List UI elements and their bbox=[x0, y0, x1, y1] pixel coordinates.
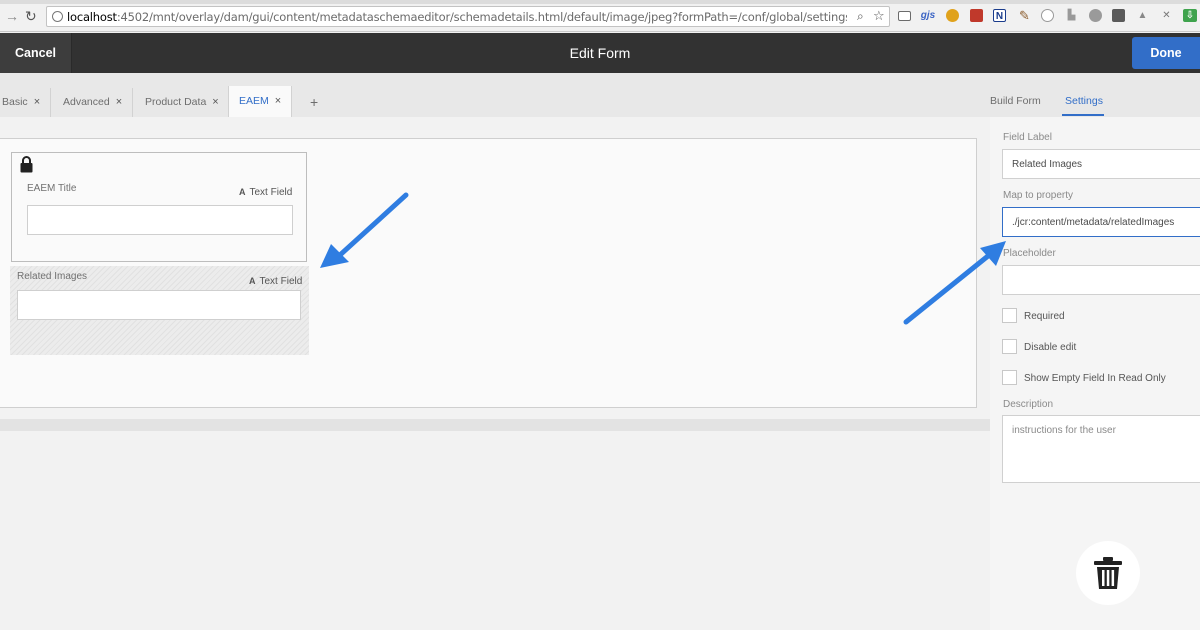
form-area[interactable]: EAEM Title A Text Field Related Images AT… bbox=[0, 138, 977, 408]
text-field-icon: A bbox=[249, 276, 256, 286]
gjs-icon[interactable]: gjs bbox=[920, 9, 936, 22]
disable-edit-checkbox[interactable] bbox=[1002, 339, 1017, 354]
drive-icon[interactable]: ▲ bbox=[1136, 9, 1149, 22]
page-title: Edit Form bbox=[569, 45, 631, 61]
form-field-eaem-title[interactable]: EAEM Title A Text Field bbox=[11, 152, 307, 262]
tab-label: Advanced bbox=[63, 96, 110, 108]
page-info-icon[interactable] bbox=[52, 11, 63, 22]
tab-advanced[interactable]: Advanced × bbox=[53, 88, 134, 117]
placeholder-caption: Placeholder bbox=[1003, 248, 1056, 259]
active-tab-indicator bbox=[1062, 114, 1104, 116]
tab-settings[interactable]: Settings bbox=[1065, 95, 1103, 107]
panel-tabs: Build Form Settings bbox=[990, 73, 1200, 117]
show-empty-field-label: Show Empty Field In Read Only bbox=[1024, 373, 1166, 384]
browser-tab-strip bbox=[0, 0, 1200, 4]
text-field-icon: A bbox=[239, 187, 246, 197]
tools-icon[interactable]: ✕ bbox=[1160, 9, 1173, 22]
field-label: EAEM Title bbox=[27, 183, 77, 194]
description-textarea[interactable]: instructions for the user bbox=[1002, 415, 1200, 483]
zoom-icon[interactable]: ⌕ bbox=[857, 9, 864, 24]
settings-panel: Build Form Settings Field Label Related … bbox=[990, 73, 1200, 630]
close-icon[interactable]: × bbox=[116, 96, 122, 108]
address-bar[interactable]: localhost:4502/mnt/overlay/dam/gui/conte… bbox=[46, 6, 890, 27]
required-checkbox[interactable] bbox=[1002, 308, 1017, 323]
trash-icon bbox=[1094, 557, 1122, 589]
reload-icon[interactable]: ↻ bbox=[25, 8, 37, 25]
forward-icon[interactable]: → bbox=[5, 8, 19, 24]
field-input-preview bbox=[27, 205, 293, 235]
field-label-caption: Field Label bbox=[1003, 132, 1052, 143]
description-caption: Description bbox=[1003, 399, 1054, 410]
map-to-property-input[interactable]: ./jcr:content/metadata/relatedImages bbox=[1002, 207, 1200, 237]
tab-product-data[interactable]: Product Data × bbox=[135, 88, 230, 117]
star-icon[interactable]: ☆ bbox=[873, 8, 885, 24]
settings-body: Field Label Related Images Map to proper… bbox=[990, 117, 1200, 630]
map-to-property-caption: Map to property bbox=[1003, 190, 1074, 201]
cancel-button[interactable]: Cancel bbox=[0, 33, 72, 73]
add-tab-icon[interactable]: + bbox=[310, 94, 318, 110]
form-canvas: EAEM Title A Text Field Related Images AT… bbox=[0, 117, 990, 630]
show-empty-field-checkbox[interactable] bbox=[1002, 370, 1017, 385]
tab-basic[interactable]: Basic × bbox=[0, 88, 52, 117]
delete-field-button[interactable] bbox=[1076, 541, 1140, 605]
close-icon[interactable]: × bbox=[212, 96, 218, 108]
field-label-input[interactable]: Related Images bbox=[1002, 149, 1200, 179]
lock-icon bbox=[20, 156, 33, 176]
cast-icon[interactable] bbox=[898, 11, 911, 21]
bookmark-icon[interactable] bbox=[970, 9, 983, 22]
done-button[interactable]: Done bbox=[1132, 37, 1200, 69]
field-type: A Text Field bbox=[249, 276, 303, 287]
field-input-preview bbox=[17, 290, 301, 320]
horizontal-scrollbar[interactable] bbox=[0, 419, 990, 431]
clock-icon[interactable] bbox=[1041, 9, 1054, 22]
tab-eaem[interactable]: EAEM × bbox=[228, 86, 293, 117]
app-header: Edit Form Cancel Done bbox=[0, 33, 1200, 73]
required-label: Required bbox=[1024, 311, 1065, 322]
field-type: A Text Field bbox=[239, 187, 293, 198]
notion-icon[interactable]: N bbox=[993, 9, 1006, 22]
extension-icon[interactable] bbox=[946, 9, 959, 22]
url-text[interactable]: localhost:4502/mnt/overlay/dam/gui/conte… bbox=[67, 10, 847, 24]
placeholder-input[interactable] bbox=[1002, 265, 1200, 295]
stop-icon[interactable] bbox=[1112, 9, 1125, 22]
stats-icon[interactable]: ▙ bbox=[1065, 9, 1078, 22]
form-field-related-images[interactable]: Related Images A Text Field bbox=[10, 266, 309, 355]
field-label: Related Images bbox=[17, 271, 88, 282]
close-icon[interactable]: × bbox=[34, 96, 40, 108]
tab-label: EAEM bbox=[239, 95, 269, 107]
pen-icon[interactable]: ✎ bbox=[1018, 9, 1031, 22]
browser-toolbar: → ↻ localhost:4502/mnt/overlay/dam/gui/c… bbox=[0, 0, 1200, 32]
form-tabs: Basic × Advanced × Product Data × EAEM × + bbox=[0, 73, 990, 117]
close-icon[interactable]: × bbox=[275, 95, 281, 107]
settings-icon[interactable] bbox=[1089, 9, 1102, 22]
download-icon[interactable]: ⇩ bbox=[1183, 9, 1197, 22]
tab-label: Product Data bbox=[145, 96, 207, 108]
disable-edit-label: Disable edit bbox=[1024, 342, 1077, 353]
tab-label: Basic bbox=[2, 96, 28, 108]
tab-build-form[interactable]: Build Form bbox=[990, 95, 1041, 107]
